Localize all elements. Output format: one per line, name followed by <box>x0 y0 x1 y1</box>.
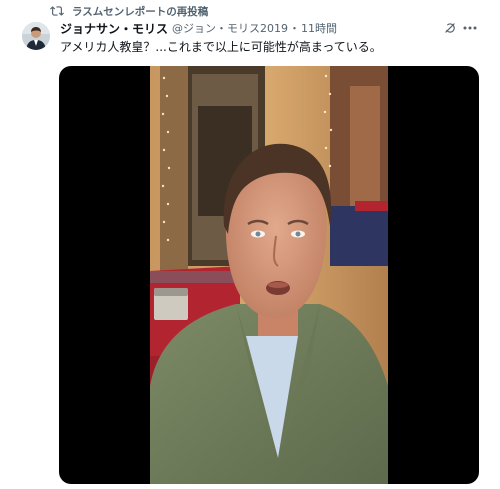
more-options-icon[interactable] <box>463 26 477 30</box>
post-card[interactable]: ラスムセンレポートの再投稿 ジョナサン・モリス @ジョン・モリス2019 ・ 1… <box>0 0 500 489</box>
repost-label: ラスムセンレポートの再投稿 <box>72 5 209 18</box>
post-header: ジョナサン・モリス @ジョン・モリス2019 ・ 11時間 <box>60 19 337 37</box>
post-text: アメリカ人教皇？...これまで以上に可能性が高まっている。 <box>60 40 382 54</box>
video-player[interactable] <box>59 66 479 484</box>
separator-dot: ・ <box>289 22 301 35</box>
video-thumbnail <box>150 66 388 484</box>
post-timestamp[interactable]: 11時間 <box>301 20 337 36</box>
avatar[interactable] <box>22 22 50 50</box>
avatar-image <box>22 22 50 50</box>
display-name[interactable]: ジョナサン・モリス <box>60 20 168 37</box>
grok-icon[interactable] <box>443 21 457 35</box>
user-handle[interactable]: @ジョン・モリス2019 <box>172 20 288 36</box>
repost-indicator[interactable]: ラスムセンレポートの再投稿 <box>50 3 208 19</box>
repost-icon <box>50 6 64 16</box>
